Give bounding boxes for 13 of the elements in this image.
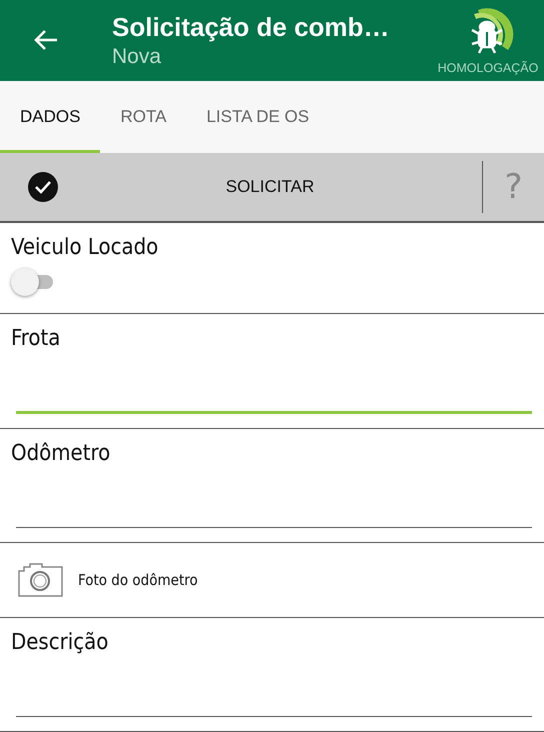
environment-label: HOMOLOGAÇÃO [438,61,538,75]
screen-subtitle: Nova [112,44,162,69]
field-label: Descrição [11,630,110,655]
check-circle-icon [28,172,58,202]
field-label: Veiculo Locado [11,235,160,260]
submit-button[interactable]: SOLICITAR [0,153,482,222]
tab[interactable]: LISTA DE OS [186,80,330,154]
photo-label: Foto do odômetro [78,570,198,589]
field-label: Frota [11,326,62,352]
tab[interactable]: ROTA [100,80,186,154]
screen-title: Solicitação de comb… [112,12,390,43]
camera-icon[interactable] [17,562,64,598]
field-label: Odômetro [11,440,112,466]
